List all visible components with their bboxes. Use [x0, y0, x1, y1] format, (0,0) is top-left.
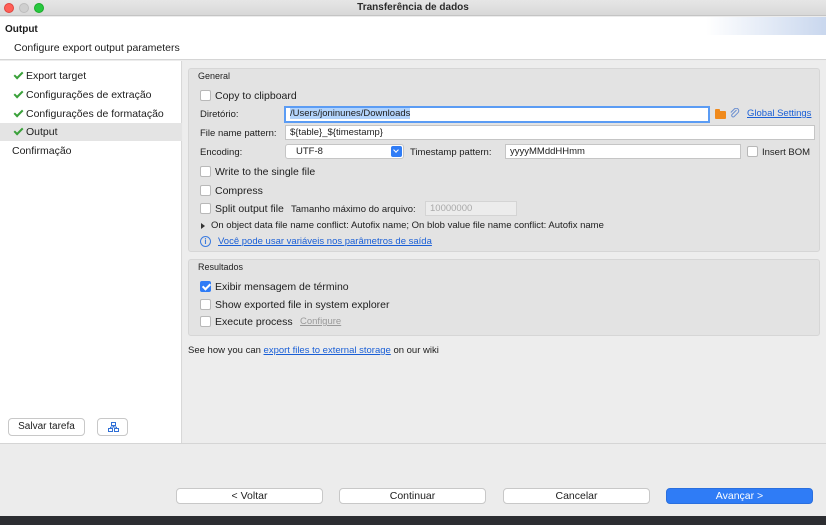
wiki-hint: See how you can export files to external…: [188, 345, 439, 356]
show-finish-message-label: Exibir mensagem de término: [215, 281, 349, 293]
split-output-label: Split output file: [215, 203, 284, 215]
encoding-label: Encoding:: [200, 147, 243, 158]
desktop-strip: [0, 516, 826, 525]
conflict-resolution-text[interactable]: On object data file name conflict: Autof…: [211, 220, 604, 231]
directory-label: Diretório:: [200, 109, 239, 120]
variables-help-link[interactable]: Você pode usar variáveis nos parâmetros …: [218, 236, 432, 247]
page-title: Output: [5, 24, 38, 35]
hierarchy-icon: [108, 422, 119, 432]
external-storage-link[interactable]: export files to external storage: [264, 345, 391, 356]
folder-icon[interactable]: [715, 109, 726, 119]
back-button[interactable]: < Voltar: [176, 488, 323, 504]
copy-to-clipboard-checkbox[interactable]: [200, 90, 211, 101]
show-in-explorer-label: Show exported file in system explorer: [215, 299, 390, 311]
sidebar-item-label: Configurações de formatação: [26, 108, 164, 120]
encoding-value: UTF-8: [296, 146, 323, 157]
output-settings-panel: General Copy to clipboard Diretório: /Us…: [183, 61, 826, 443]
file-name-pattern-label: File name pattern:: [200, 128, 277, 139]
results-group: Resultados Exibir mensagem de término Sh…: [188, 259, 820, 336]
general-group: General Copy to clipboard Diretório: /Us…: [188, 68, 820, 252]
check-icon: [13, 69, 24, 80]
split-output-checkbox[interactable]: [200, 203, 211, 214]
encoding-select[interactable]: UTF-8: [285, 144, 404, 159]
show-in-explorer-checkbox[interactable]: [200, 299, 211, 310]
wizard-steps-sidebar: Export target Configurações de extração …: [0, 61, 182, 443]
wizard-footer: < Voltar Continuar Cancelar Avançar >: [0, 443, 826, 516]
continue-button[interactable]: Continuar: [339, 488, 486, 504]
check-icon: [13, 88, 24, 99]
header-accent: [706, 17, 826, 35]
directory-input[interactable]: /Users/joninunes/Downloads: [284, 106, 710, 123]
write-single-file-label: Write to the single file: [215, 166, 316, 178]
page-header: Output Configure export output parameter…: [0, 17, 826, 60]
max-file-size-label: Tamanho máximo do arquivo:: [291, 204, 416, 215]
chevron-down-icon: [391, 146, 402, 157]
timestamp-pattern-label: Timestamp pattern:: [410, 147, 492, 158]
file-name-pattern-input[interactable]: ${table}_${timestamp}: [285, 125, 815, 140]
page-subtitle: Configure export output parameters: [14, 42, 180, 54]
sidebar-item-label: Output: [26, 126, 58, 138]
save-task-button[interactable]: Salvar tarefa: [8, 418, 85, 436]
configure-process-link[interactable]: Configure: [300, 316, 341, 327]
expand-arrow-icon[interactable]: [201, 223, 205, 229]
window-title: Transferência de dados: [357, 2, 469, 13]
results-group-title: Resultados: [198, 262, 244, 272]
check-icon: [13, 125, 24, 136]
sidebar-item-label: Export target: [26, 70, 87, 82]
title-bar: Transferência de dados: [0, 0, 826, 16]
sidebar-item-label: Configurações de extração: [26, 89, 152, 101]
paperclip-icon[interactable]: [729, 108, 740, 119]
cancel-button[interactable]: Cancelar: [503, 488, 650, 504]
insert-bom-label: Insert BOM: [762, 147, 811, 158]
max-file-size-input[interactable]: 10000000: [425, 201, 517, 216]
sidebar-item-export-target[interactable]: Export target: [0, 67, 182, 85]
sidebar-item-extraction-settings[interactable]: Configurações de extração: [0, 86, 182, 104]
next-button[interactable]: Avançar >: [666, 488, 813, 504]
timestamp-pattern-input[interactable]: yyyyMMddHHmm: [505, 144, 741, 159]
compress-checkbox[interactable]: [200, 185, 211, 196]
check-icon: [13, 107, 24, 118]
sidebar-item-output[interactable]: Output: [0, 123, 182, 141]
general-group-title: General: [198, 71, 231, 81]
task-tree-button[interactable]: [97, 418, 128, 436]
execute-process-checkbox[interactable]: [200, 316, 211, 327]
sidebar-item-format-settings[interactable]: Configurações de formatação: [0, 105, 182, 123]
compress-label: Compress: [215, 185, 263, 197]
global-settings-link[interactable]: Global Settings: [747, 108, 811, 119]
show-finish-message-checkbox[interactable]: [200, 281, 211, 292]
insert-bom-checkbox[interactable]: [747, 146, 758, 157]
write-single-file-checkbox[interactable]: [200, 166, 211, 177]
wiki-hint-prefix: See how you can: [188, 345, 261, 356]
directory-value: /Users/joninunes/Downloads: [290, 108, 411, 119]
sidebar-item-confirmation[interactable]: Confirmação: [0, 142, 182, 160]
sidebar-item-label: Confirmação: [12, 145, 72, 157]
execute-process-label: Execute process: [215, 316, 293, 328]
copy-to-clipboard-label: Copy to clipboard: [215, 90, 297, 102]
wiki-hint-suffix: on our wiki: [393, 345, 439, 356]
info-icon: i: [200, 236, 211, 247]
